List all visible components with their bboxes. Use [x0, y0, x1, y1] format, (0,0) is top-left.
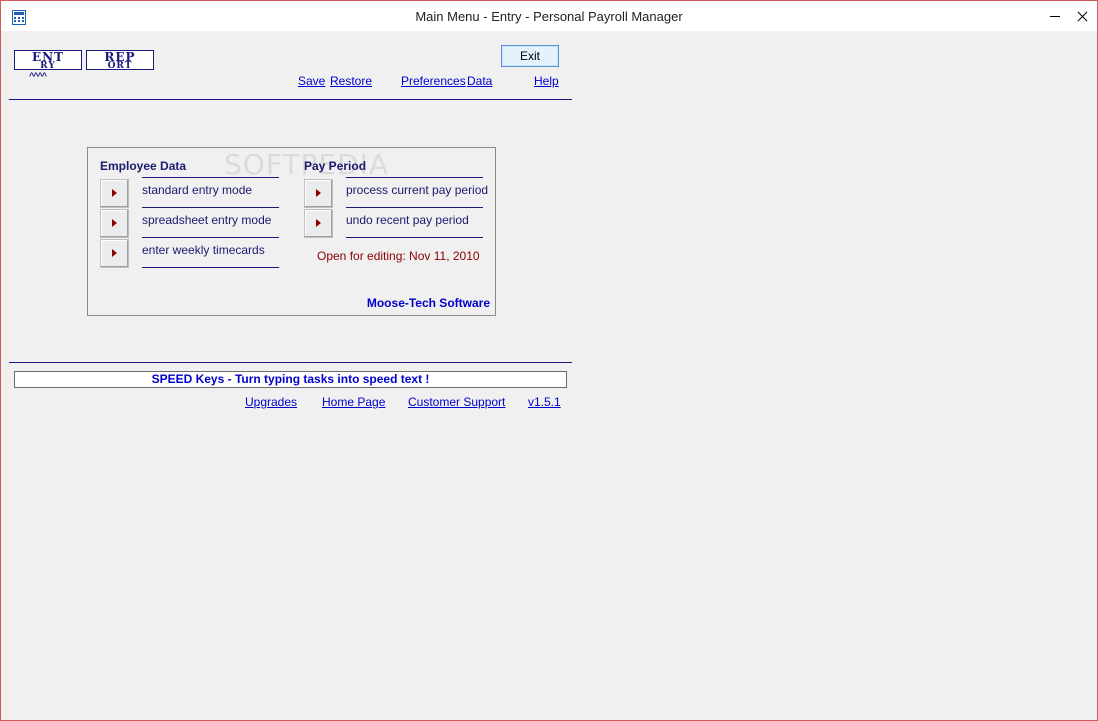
pay-period-title: Pay Period	[304, 159, 367, 173]
upgrades-link[interactable]: Upgrades	[245, 395, 297, 409]
play-icon	[316, 189, 321, 197]
open-status-text: Open for editing: Nov 11, 2010	[317, 249, 480, 263]
weekly-timecards-button[interactable]	[100, 239, 129, 268]
item-divider	[142, 207, 279, 208]
play-icon	[316, 219, 321, 227]
play-icon	[112, 249, 117, 257]
company-name: Moose-Tech Software	[366, 296, 490, 310]
item-divider	[142, 237, 279, 238]
save-link[interactable]: Save	[298, 74, 325, 88]
item-divider	[346, 237, 483, 238]
app-window: Main Menu - Entry - Personal Payroll Man…	[0, 0, 1098, 721]
standard-entry-button[interactable]	[100, 179, 129, 208]
close-icon[interactable]	[1067, 1, 1097, 31]
window-title: Main Menu - Entry - Personal Payroll Man…	[415, 9, 683, 24]
help-link[interactable]: Help	[534, 74, 559, 88]
speed-keys-banner[interactable]: SPEED Keys - Turn typing tasks into spee…	[14, 371, 567, 388]
home-page-link[interactable]: Home Page	[322, 395, 385, 409]
process-pay-period-button[interactable]	[304, 179, 333, 208]
version-link[interactable]: v1.5.1	[528, 395, 561, 409]
spreadsheet-entry-button[interactable]	[100, 209, 129, 238]
play-icon	[112, 219, 117, 227]
spreadsheet-entry-label: spreadsheet entry mode	[142, 213, 272, 227]
entry-tab-sublabel: RY	[40, 61, 56, 70]
item-divider	[346, 207, 483, 208]
entry-tab[interactable]: ENT RY	[14, 50, 82, 70]
report-tab[interactable]: REP ORT	[86, 50, 154, 70]
undo-pay-period-button[interactable]	[304, 209, 333, 238]
main-menu-panel: SOFTPEDIA Employee Data standard entry m…	[87, 147, 496, 316]
employee-divider	[142, 177, 279, 178]
customer-support-link[interactable]: Customer Support	[408, 395, 505, 409]
preferences-link[interactable]: Preferences	[401, 74, 466, 88]
undo-pay-period-label: undo recent pay period	[346, 213, 469, 227]
pay-divider	[346, 177, 483, 178]
standard-entry-label: standard entry mode	[142, 183, 253, 197]
process-pay-period-label: process current pay period	[346, 183, 489, 197]
exit-button[interactable]: Exit	[501, 45, 559, 67]
bottom-divider	[9, 362, 572, 363]
report-tab-sublabel: ORT	[107, 61, 133, 70]
play-icon	[112, 189, 117, 197]
restore-link[interactable]: Restore	[330, 74, 372, 88]
active-tab-marker: ^^^^	[29, 71, 47, 81]
minimize-icon[interactable]	[1040, 1, 1070, 31]
top-divider	[9, 99, 572, 100]
weekly-timecards-label: enter weekly timecards	[142, 243, 265, 257]
data-link[interactable]: Data	[467, 74, 492, 88]
item-divider	[142, 267, 279, 268]
employee-data-title: Employee Data	[100, 159, 187, 173]
title-bar[interactable]: Main Menu - Entry - Personal Payroll Man…	[1, 1, 1097, 31]
